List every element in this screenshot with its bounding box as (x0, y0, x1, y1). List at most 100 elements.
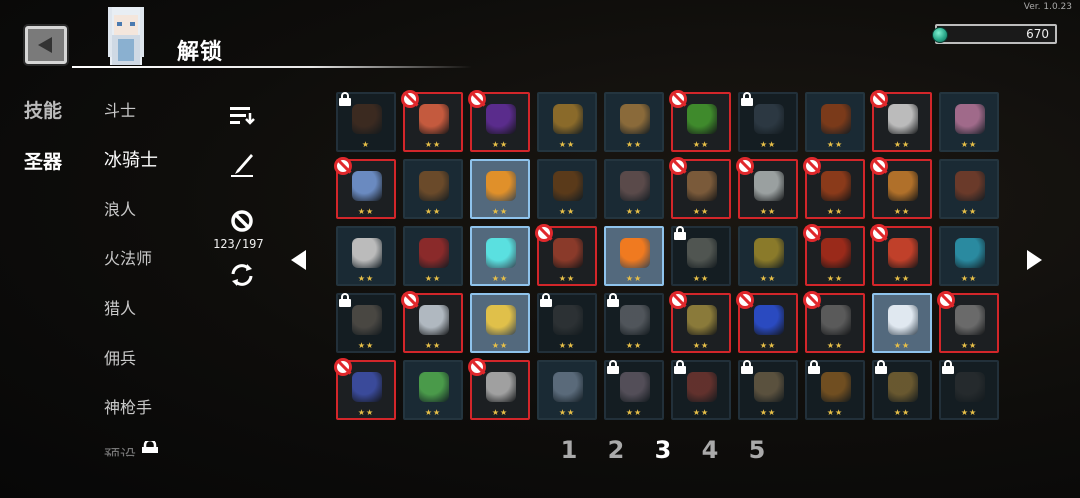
relic-slot[interactable]: ★★ (334, 157, 396, 219)
lock-icon (338, 92, 352, 106)
relic-stars: ★★ (893, 341, 911, 350)
relic-slot[interactable]: ★★ (937, 291, 999, 353)
page-number[interactable]: 1 (560, 436, 578, 464)
relic-icon (687, 305, 717, 335)
relic-slot[interactable]: ★★ (736, 291, 798, 353)
relic-slot[interactable]: ★★ (669, 90, 731, 152)
relic-icon (486, 104, 516, 134)
relic-icon (620, 171, 650, 201)
relic-stars: ★★ (357, 408, 375, 417)
relic-slot[interactable]: ★★ (872, 293, 932, 353)
character-tab-hunter[interactable]: 猎人 (104, 295, 136, 319)
relic-slot[interactable]: ★★ (334, 358, 396, 420)
relic-slot[interactable]: ★★ (535, 224, 597, 286)
banned-icon (870, 157, 888, 175)
banned-icon (334, 157, 352, 175)
relic-slot[interactable]: ★★ (671, 226, 731, 286)
relic-slot[interactable]: ★★ (537, 360, 597, 420)
relic-slot[interactable]: ★★ (336, 226, 396, 286)
relic-slot[interactable]: ★★ (604, 293, 664, 353)
relic-stars: ★★ (759, 408, 777, 417)
next-page-arrow[interactable] (1027, 250, 1042, 270)
relic-slot[interactable]: ★★ (939, 360, 999, 420)
banned-icon (468, 90, 486, 108)
character-tab-ronin[interactable]: 浪人 (104, 196, 136, 220)
relic-slot[interactable]: ★★ (468, 358, 530, 420)
relic-slot[interactable]: ★★ (870, 157, 932, 219)
relic-slot[interactable]: ★★ (403, 226, 463, 286)
relic-slot[interactable]: ★★ (537, 159, 597, 219)
page-number[interactable]: 3 (654, 436, 672, 464)
relic-slot[interactable]: ★★ (939, 159, 999, 219)
relic-slot[interactable]: ★★ (537, 92, 597, 152)
relic-slot[interactable]: ★★ (537, 293, 597, 353)
relic-slot[interactable]: ★★ (939, 226, 999, 286)
sort-icon[interactable] (228, 104, 256, 126)
relic-icon (486, 305, 516, 335)
page-number[interactable]: 5 (748, 436, 766, 464)
relic-slot[interactable]: ★★ (736, 157, 798, 219)
relic-icon (620, 104, 650, 134)
prev-page-arrow[interactable] (291, 250, 306, 270)
relic-slot[interactable]: ★★ (401, 291, 463, 353)
character-tab-ice-knight[interactable]: 冰骑士 (104, 146, 158, 172)
back-button[interactable] (25, 26, 67, 64)
character-tab-mercenary[interactable]: 佣兵 (104, 345, 136, 369)
relic-icon (955, 305, 985, 335)
category-skills[interactable]: 技能 (24, 96, 62, 123)
relic-slot[interactable]: ★★ (738, 226, 798, 286)
character-tab-gunslinger[interactable]: 神枪手 (104, 394, 152, 418)
relic-slot[interactable]: ★★ (870, 90, 932, 152)
relic-icon (687, 372, 717, 402)
relic-slot[interactable]: ★★ (470, 226, 530, 286)
relic-slot[interactable]: ★★ (870, 224, 932, 286)
relic-icon (352, 238, 382, 268)
relic-slot[interactable]: ★★ (671, 360, 731, 420)
refresh-icon[interactable] (228, 262, 256, 288)
category-relics[interactable]: 圣器 (24, 147, 62, 174)
relic-stars: ★★ (759, 341, 777, 350)
relic-slot[interactable]: ★★ (401, 90, 463, 152)
relic-icon (754, 305, 784, 335)
relic-slot[interactable]: ★★ (738, 360, 798, 420)
character-tab-fire-mage[interactable]: 火法师 (104, 245, 152, 269)
relic-slot[interactable]: ★★ (470, 293, 530, 353)
relic-slot[interactable]: ★★ (336, 293, 396, 353)
banned-icon (803, 157, 821, 175)
ban-icon[interactable] (230, 209, 254, 233)
relic-slot[interactable]: ★★ (803, 291, 865, 353)
relic-slot[interactable]: ★★ (872, 360, 932, 420)
character-tab-preset[interactable]: 预设 (104, 442, 136, 456)
relic-icon (553, 171, 583, 201)
relic-slot[interactable]: ★★ (939, 92, 999, 152)
relic-slot[interactable]: ★★ (604, 92, 664, 152)
relic-slot[interactable]: ★★ (803, 157, 865, 219)
relic-slot[interactable]: ★ (336, 92, 396, 152)
relic-slot[interactable]: ★★ (470, 159, 530, 219)
relic-icon (352, 372, 382, 402)
relic-stars: ★★ (893, 207, 911, 216)
relic-slot[interactable]: ★★ (669, 291, 731, 353)
relic-icon (352, 305, 382, 335)
banned-icon (937, 291, 955, 309)
relic-slot[interactable]: ★★ (803, 224, 865, 286)
relic-slot[interactable]: ★★ (403, 360, 463, 420)
relic-icon (821, 171, 851, 201)
relic-slot[interactable]: ★★ (669, 157, 731, 219)
relic-slot[interactable]: ★★ (604, 360, 664, 420)
relic-slot[interactable]: ★★ (604, 226, 664, 286)
relic-icon (888, 305, 918, 335)
relic-slot[interactable]: ★★ (805, 360, 865, 420)
page-number[interactable]: 4 (701, 436, 719, 464)
relic-icon (687, 171, 717, 201)
relic-icon (754, 372, 784, 402)
character-tab-fighter[interactable]: 斗士 (104, 97, 136, 121)
relic-slot[interactable]: ★★ (468, 90, 530, 152)
page-number[interactable]: 2 (607, 436, 625, 464)
quill-icon[interactable] (229, 152, 255, 178)
relic-stars: ★★ (491, 207, 509, 216)
relic-slot[interactable]: ★★ (403, 159, 463, 219)
relic-slot[interactable]: ★★ (738, 92, 798, 152)
relic-slot[interactable]: ★★ (604, 159, 664, 219)
relic-slot[interactable]: ★★ (805, 92, 865, 152)
